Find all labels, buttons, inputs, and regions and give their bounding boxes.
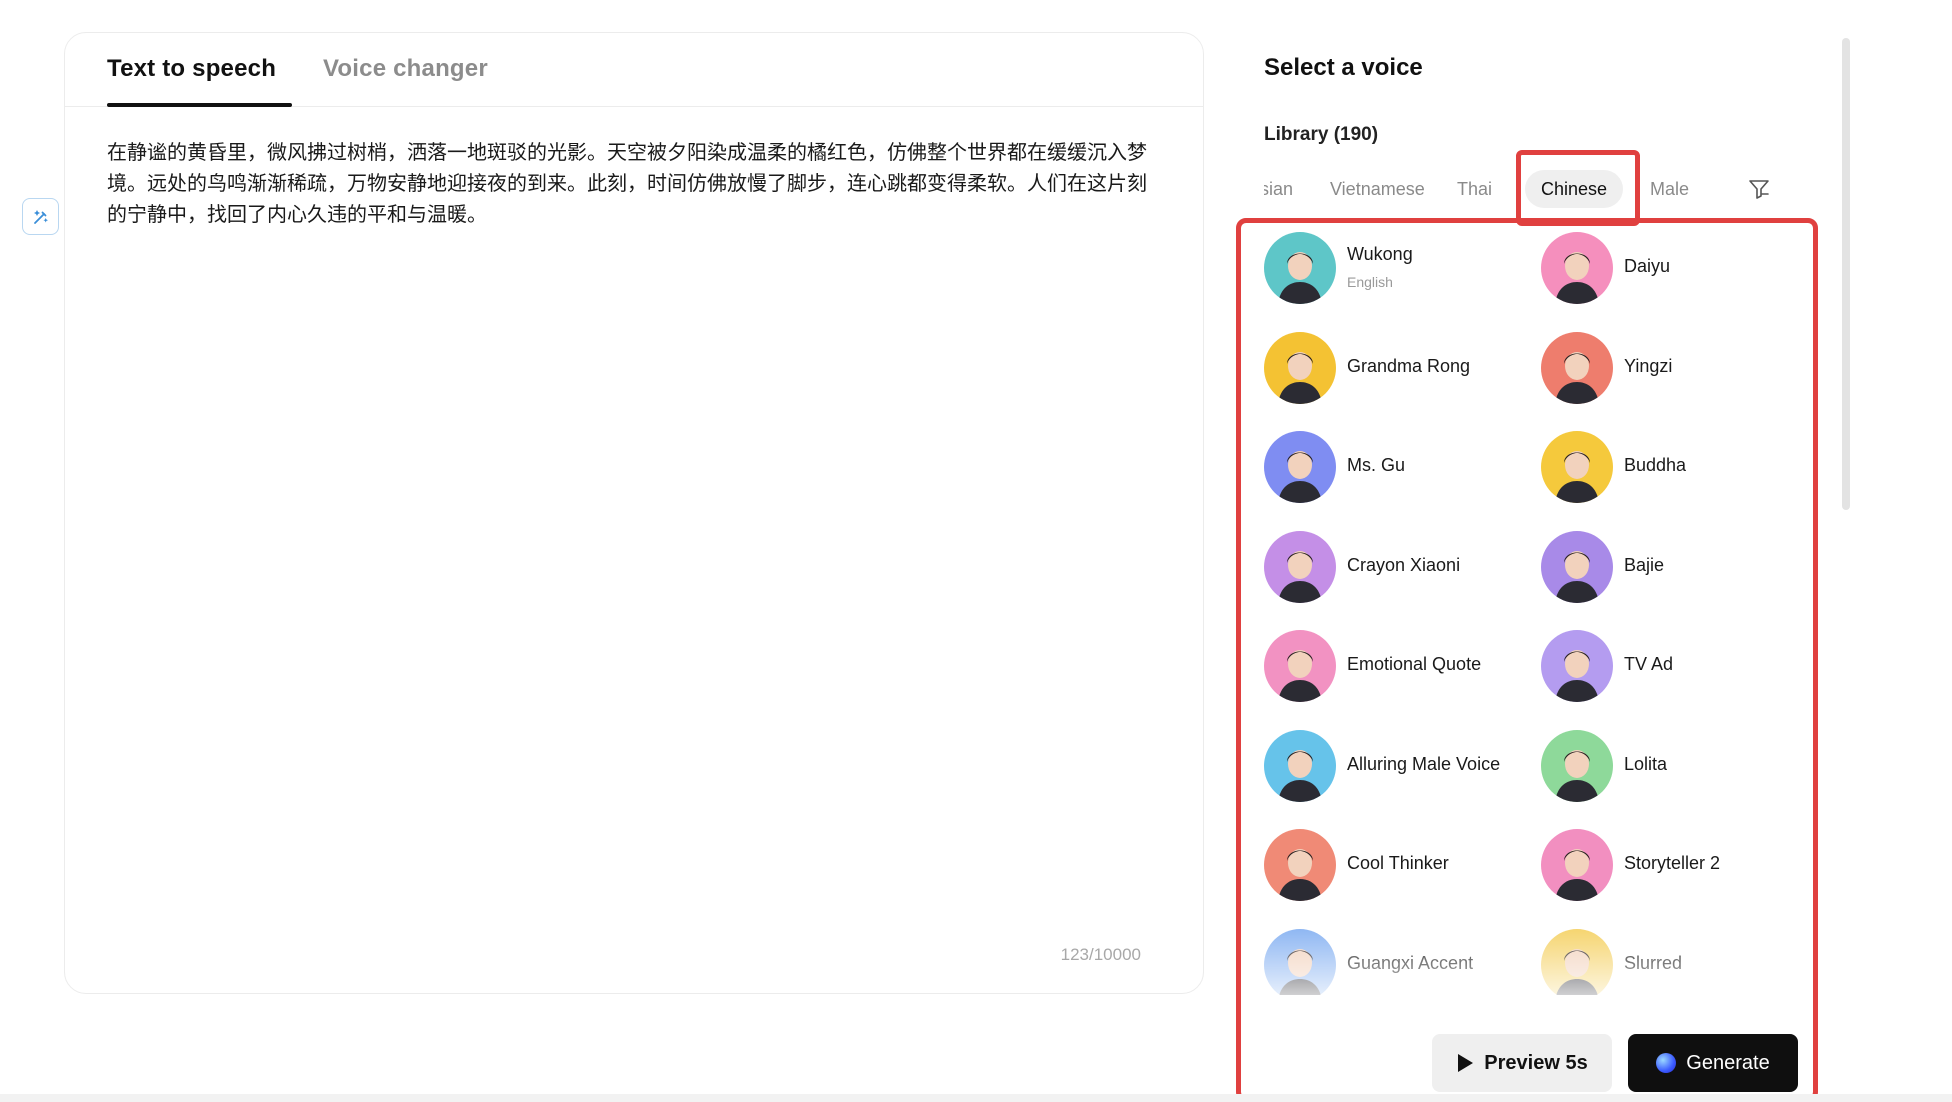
chip-thai[interactable]: Thai — [1457, 170, 1492, 208]
voice-item[interactable]: Guangxi Accent — [1264, 927, 1534, 995]
portrait-icon — [1541, 531, 1613, 603]
voice-avatar — [1541, 431, 1613, 503]
voice-avatar — [1541, 929, 1613, 995]
voice-name: Crayon Xiaoni — [1347, 555, 1461, 575]
voice-item[interactable]: Grandma Rong — [1264, 330, 1534, 406]
portrait-icon — [1541, 630, 1613, 702]
voice-name: Bajie — [1624, 555, 1665, 575]
voice-item[interactable]: Wukong English — [1264, 230, 1534, 306]
voice-item[interactable]: Ms. Gu — [1264, 429, 1534, 505]
voice-avatar — [1264, 232, 1336, 304]
portrait-icon — [1264, 730, 1336, 802]
magic-edit-icon — [33, 209, 48, 224]
portrait-icon — [1541, 332, 1613, 404]
text-input-area[interactable]: 在静谧的黄昏里，微风拂过树梢，洒落一地斑驳的光影。天空被夕阳染成温柔的橘红色，仿… — [107, 137, 1159, 230]
bottom-edge — [0, 1094, 1952, 1102]
voice-avatar — [1264, 630, 1336, 702]
filter-chips: sian Vietnamese Thai Chinese Male — [1264, 168, 1704, 210]
panel-scrollbar[interactable] — [1842, 38, 1850, 510]
voice-item[interactable]: TV Ad — [1541, 628, 1804, 704]
preview-button[interactable]: Preview 5s — [1432, 1034, 1612, 1092]
mode-tabs: Text to speech Voice changer — [65, 33, 1203, 107]
voice-avatar — [1541, 232, 1613, 304]
voice-name: Wukong — [1347, 244, 1413, 264]
voice-item[interactable]: Daiyu — [1541, 230, 1804, 306]
active-tab-indicator — [107, 103, 292, 107]
filter-funnel-icon — [1749, 180, 1769, 199]
voice-name: Slurred — [1624, 953, 1683, 973]
preview-label: Preview 5s — [1484, 1051, 1588, 1074]
chip-vietnamese[interactable]: Vietnamese — [1330, 170, 1425, 208]
generate-button[interactable]: Generate — [1628, 1034, 1798, 1092]
tab-voice-changer[interactable]: Voice changer — [323, 55, 488, 83]
panel-title: Select a voice — [1264, 54, 1423, 81]
voice-name: Cool Thinker — [1347, 853, 1449, 873]
voice-item[interactable]: Alluring Male Voice — [1264, 728, 1534, 804]
portrait-icon — [1264, 829, 1336, 901]
editor-card: Text to speech Voice changer 在静谧的黄昏里，微风拂… — [64, 32, 1204, 994]
generate-label: Generate — [1686, 1051, 1770, 1074]
tab-text-to-speech[interactable]: Text to speech — [107, 55, 276, 83]
voice-avatar — [1264, 531, 1336, 603]
portrait-icon — [1264, 431, 1336, 503]
chip-chinese[interactable]: Chinese — [1525, 170, 1624, 208]
chip-male[interactable]: Male — [1650, 170, 1689, 208]
voice-item[interactable]: Cool Thinker — [1264, 827, 1534, 903]
voice-name: Emotional Quote — [1347, 654, 1482, 674]
portrait-icon — [1264, 531, 1336, 603]
voice-avatar — [1264, 929, 1336, 995]
library-label: Library (190) — [1264, 124, 1379, 145]
voice-panel: Select a voice Library (190) sian Vietna… — [1236, 0, 1952, 1102]
voice-name: Daiyu — [1624, 256, 1671, 276]
voice-avatar — [1541, 730, 1613, 802]
voice-name: Grandma Rong — [1347, 356, 1471, 376]
voice-item[interactable]: Yingzi — [1541, 330, 1804, 406]
voice-name: Ms. Gu — [1347, 455, 1406, 475]
voice-avatar — [1264, 730, 1336, 802]
voice-name: Alluring Male Voice — [1347, 754, 1501, 774]
voice-item[interactable]: Slurred — [1541, 927, 1804, 995]
character-count: 123/10000 — [1060, 945, 1141, 964]
voice-item[interactable]: Lolita — [1541, 728, 1804, 804]
voice-avatar — [1541, 332, 1613, 404]
voice-name: Storyteller 2 — [1624, 853, 1721, 873]
portrait-icon — [1264, 630, 1336, 702]
orb-icon — [1656, 1053, 1677, 1073]
voice-item[interactable]: Buddha — [1541, 429, 1804, 505]
voice-name: Guangxi Accent — [1347, 953, 1474, 973]
voice-list: Wukong English Daiyu Grandma Rong Yingzi Ms. … — [1264, 230, 1804, 995]
chip-asian[interactable]: sian — [1264, 170, 1293, 208]
portrait-icon — [1264, 232, 1336, 304]
voice-avatar — [1264, 829, 1336, 901]
voice-item[interactable]: Bajie — [1541, 529, 1804, 605]
magic-edit-tool-button[interactable] — [22, 198, 59, 235]
voice-name: TV Ad — [1624, 654, 1674, 674]
voice-item[interactable]: Emotional Quote — [1264, 628, 1534, 704]
voice-avatar — [1541, 630, 1613, 702]
voice-name: Yingzi — [1624, 356, 1673, 376]
voice-item[interactable]: Crayon Xiaoni — [1264, 529, 1534, 605]
portrait-icon — [1264, 332, 1336, 404]
portrait-icon — [1541, 232, 1613, 304]
app-page: Text to speech Voice changer 在静谧的黄昏里，微风拂… — [0, 0, 1952, 1102]
voice-avatar — [1264, 431, 1336, 503]
voice-avatar — [1264, 332, 1336, 404]
play-icon — [1458, 1054, 1474, 1072]
voice-name: Lolita — [1624, 754, 1668, 774]
portrait-icon — [1541, 829, 1613, 901]
voice-avatar — [1541, 829, 1613, 901]
voice-name: Buddha — [1624, 455, 1687, 475]
portrait-icon — [1541, 730, 1613, 802]
portrait-icon — [1264, 929, 1336, 995]
portrait-icon — [1541, 431, 1613, 503]
voice-avatar — [1541, 531, 1613, 603]
voice-item[interactable]: Storyteller 2 — [1541, 827, 1804, 903]
filter-button[interactable] — [1744, 174, 1774, 204]
voice-language: English — [1347, 274, 1393, 290]
portrait-icon — [1541, 929, 1613, 995]
